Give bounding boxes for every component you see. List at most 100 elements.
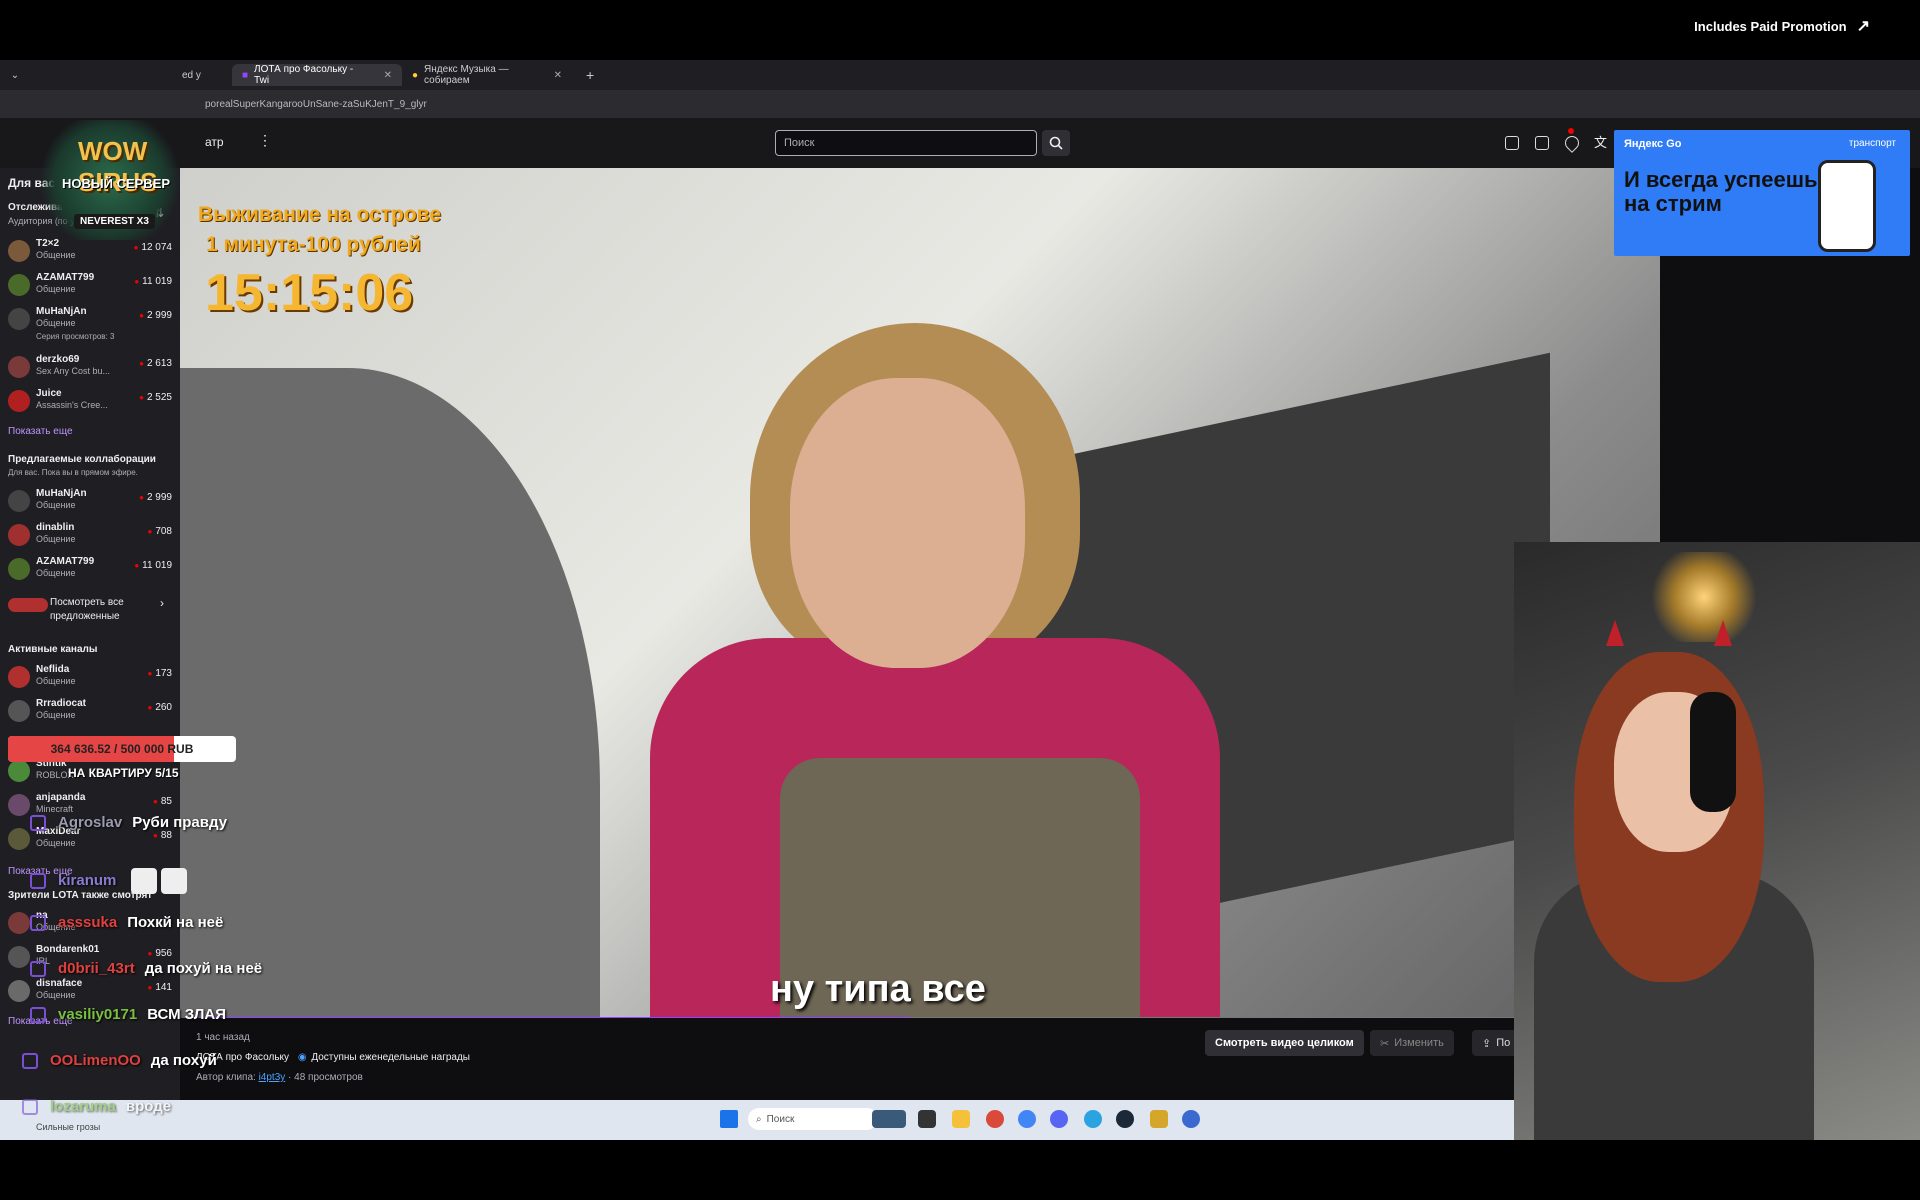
viewer-count: 12 074 <box>134 242 172 253</box>
ad-transport-label: транспорт <box>1848 138 1896 149</box>
channel-name: MuHaNjAn <box>36 488 87 499</box>
share-button[interactable]: ⇪ По <box>1472 1030 1521 1056</box>
avatar <box>8 760 30 782</box>
tab-title: ed y <box>182 69 201 81</box>
more-dots-icon[interactable]: ⋮ <box>258 132 272 149</box>
discord-icon[interactable] <box>1050 1110 1068 1128</box>
channel-category: Sex Any Cost bu... <box>36 366 111 376</box>
nav-browse-link[interactable]: атр <box>205 135 224 149</box>
tab-list-chevron-icon[interactable]: ⌄ <box>8 70 22 81</box>
paid-promotion-link[interactable]: Includes Paid Promotion ↗ <box>1694 16 1870 36</box>
twitch-badge-icon <box>30 1007 46 1024</box>
stream-overlay-timer: 15:15:06 <box>205 264 414 322</box>
viewer-count: 2 613 <box>139 358 172 369</box>
streamer-webcam <box>1514 542 1920 1140</box>
avatar <box>8 828 30 850</box>
browser-tab-yandex-music[interactable]: ● Яндекс Музыка — собираем ✕ <box>402 64 572 86</box>
chat-message: Agroslav Руби правду <box>30 814 228 832</box>
edit-clip-button[interactable]: ✂ Изменить <box>1370 1030 1454 1056</box>
search-button[interactable] <box>1042 130 1070 156</box>
channel-category: Общение <box>36 568 76 578</box>
url-text: porealSuperKangarooUnSane-zaSuKJenT_9_gl… <box>205 98 427 110</box>
chrome-icon[interactable] <box>1018 1110 1036 1128</box>
clip-author-link[interactable]: i4pt3y <box>259 1072 286 1083</box>
chat-username: asssuka <box>58 914 118 931</box>
viewer-count: 2 525 <box>139 392 172 403</box>
browser-tab-1[interactable]: ed y <box>172 64 232 86</box>
bits-icon[interactable] <box>1562 133 1582 153</box>
viewer-count: 11 019 <box>134 560 172 571</box>
viewer-count: 11 019 <box>134 276 172 287</box>
inbox-icon[interactable] <box>1505 136 1519 150</box>
sidebar-channel-derzko69[interactable]: derzko69 Sex Any Cost bu... 2 613 <box>0 352 180 384</box>
chat-message: asssuka Похкй на неё <box>30 914 224 932</box>
external-arrow-icon: ↗ <box>1856 18 1870 35</box>
sidebar-active-neflida[interactable]: Neflida Общение 173 <box>0 662 180 694</box>
start-menu-icon[interactable] <box>720 1110 738 1128</box>
lock-app-icon[interactable] <box>1150 1110 1168 1128</box>
avatar <box>8 666 30 688</box>
see-all-suggestions-link[interactable]: Посмотреть все предложенные › <box>8 596 178 626</box>
sidebar-also-disnaface[interactable]: disnaface Общение 141 <box>0 976 180 1008</box>
sidebar-channel-azamat799[interactable]: AZAMAT799 Общение 11 019 <box>0 270 180 302</box>
new-tab-button[interactable]: + <box>586 67 594 83</box>
telegram-icon[interactable] <box>1084 1110 1102 1128</box>
weather-widget[interactable]: Сильные грозы <box>36 1122 100 1132</box>
taskbar-search[interactable]: ⌕ Поиск <box>748 1108 878 1130</box>
ad-headline-line2: на стрим <box>1624 191 1722 216</box>
clip-views: · 48 просмотров <box>288 1072 363 1083</box>
translate-icon[interactable]: 文 <box>1594 132 1607 151</box>
channel-name: derzko69 <box>36 354 80 365</box>
yandex-go-ad-banner[interactable]: Яндекс Go транспорт И всегда успеешь на … <box>1614 130 1910 256</box>
channel-category: Общение <box>36 284 76 294</box>
headset <box>1690 692 1736 812</box>
ad-headline: И всегда успеешь на стрим <box>1624 168 1818 216</box>
search-input[interactable]: Поиск <box>775 130 1037 156</box>
channel-category: Общение <box>36 534 76 544</box>
chat-text: Похкй на неё <box>127 914 224 931</box>
viewer-count: 2 999 <box>139 310 172 321</box>
task-view-icon[interactable] <box>918 1110 936 1128</box>
devil-horn-right <box>1714 620 1732 646</box>
chat-text: Руби правду <box>132 814 228 831</box>
channel-name: AZAMAT799 <box>36 556 95 567</box>
twitch-favicon-icon: ■ <box>242 69 249 81</box>
clip-author-prefix: Автор клипа: <box>196 1072 256 1083</box>
search-icon <box>1049 136 1063 150</box>
channel-category: Общение <box>36 676 76 686</box>
tab-title: Яндекс Музыка — собираем <box>424 64 509 86</box>
sidebar-channel-muhanjan[interactable]: MuHaNjAn Общение 2 999 Серия просмотров:… <box>0 304 180 348</box>
tab-close-icon[interactable]: ✕ <box>554 70 562 81</box>
channel-name: AZAMAT799 <box>36 272 95 283</box>
sidebar-active-rrradiocat[interactable]: Rrradiocat Общение 260 <box>0 696 180 728</box>
viewer-count: 88 <box>153 830 172 841</box>
sidebar-collab-muhanjan[interactable]: MuHaNjAn Общение 2 999 <box>0 486 180 518</box>
sidebar-collab-dinablin[interactable]: dinablin Общение 708 <box>0 520 180 552</box>
watch-full-video-button[interactable]: Смотреть видео целиком <box>1205 1030 1364 1056</box>
messenger-icon[interactable] <box>1182 1110 1200 1128</box>
sidebar-collab-azamat799[interactable]: AZAMAT799 Общение 11 019 <box>0 554 180 586</box>
donation-goal-bar: 364 636.52 / 500 000 RUB <box>8 736 236 762</box>
avatar <box>8 240 30 262</box>
show-more-followed-link[interactable]: Показать еще <box>8 426 73 437</box>
channel-category: Minecraft <box>36 804 74 814</box>
browser-tab-twitch[interactable]: ■ ЛОТА про Фасольку - Twi ✕ <box>232 64 402 86</box>
app-icon[interactable] <box>986 1110 1004 1128</box>
notification-dot <box>1568 128 1574 134</box>
tab-close-icon[interactable]: ✕ <box>384 70 392 81</box>
chat-username: d0brii_43rt <box>58 960 135 977</box>
overlay-title-line1: Выживание на острове <box>198 203 441 226</box>
widgets-icon[interactable] <box>872 1110 906 1128</box>
sidebar-channel-juice[interactable]: Juice Assassin's Cree... 2 525 <box>0 386 180 418</box>
video-player[interactable]: Выживание на острове 1 минута-100 рублей… <box>180 168 1660 1018</box>
channel-category: Общение <box>36 500 76 510</box>
file-explorer-icon[interactable] <box>952 1110 970 1128</box>
whispers-icon[interactable] <box>1535 136 1549 150</box>
search-icon: ⌕ <box>756 1113 762 1125</box>
sidebar-channel-t2x2[interactable]: T2×2 Общение 12 074 <box>0 236 180 268</box>
address-bar[interactable]: porealSuperKangarooUnSane-zaSuKJenT_9_gl… <box>0 90 1920 118</box>
channel-category: Общение <box>36 250 76 260</box>
collab-subheading: Для вас. Пока вы в прямом эфире. <box>8 468 138 477</box>
steam-icon[interactable] <box>1116 1110 1134 1128</box>
avatar <box>8 390 30 412</box>
